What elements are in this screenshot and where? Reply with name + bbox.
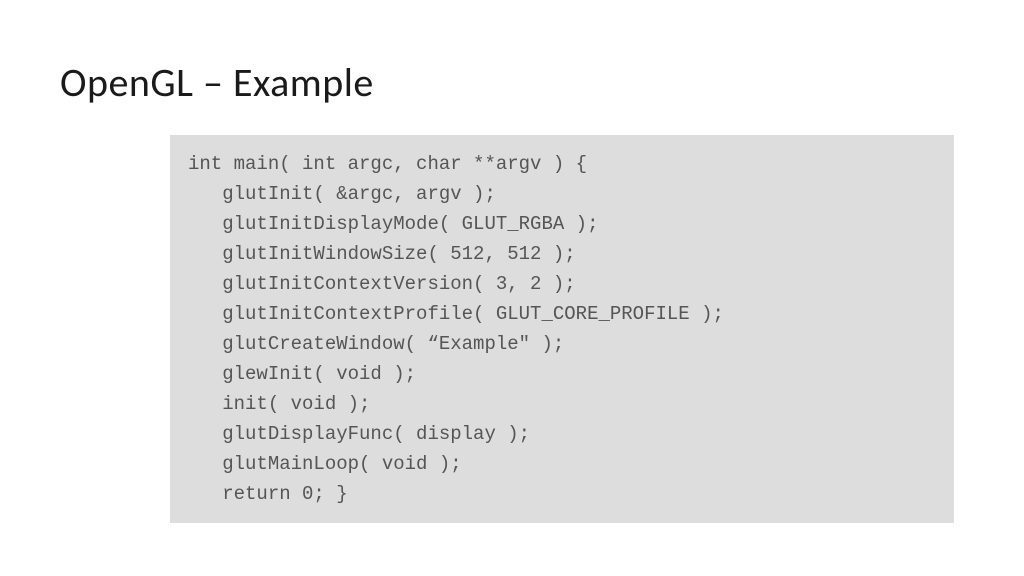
code-line: glutInitWindowSize( 512, 512 ); bbox=[188, 239, 936, 269]
code-line: init( void ); bbox=[188, 389, 936, 419]
code-block: int main( int argc, char **argv ) { glut… bbox=[170, 135, 954, 523]
slide: OpenGL – Example int main( int argc, cha… bbox=[0, 0, 1024, 576]
code-line: glutInitDisplayMode( GLUT_RGBA ); bbox=[188, 209, 936, 239]
code-line: glutInitContextProfile( GLUT_CORE_PROFIL… bbox=[188, 299, 936, 329]
code-line: glutDisplayFunc( display ); bbox=[188, 419, 936, 449]
code-line: glutMainLoop( void ); bbox=[188, 449, 936, 479]
code-line: glewInit( void ); bbox=[188, 359, 936, 389]
code-line: glutInitContextVersion( 3, 2 ); bbox=[188, 269, 936, 299]
code-line: return 0; } bbox=[188, 479, 936, 509]
code-line: glutCreateWindow( “Example" ); bbox=[188, 329, 936, 359]
code-line: glutInit( &argc, argv ); bbox=[188, 179, 936, 209]
slide-title: OpenGL – Example bbox=[60, 58, 964, 107]
code-line: int main( int argc, char **argv ) { bbox=[188, 149, 936, 179]
